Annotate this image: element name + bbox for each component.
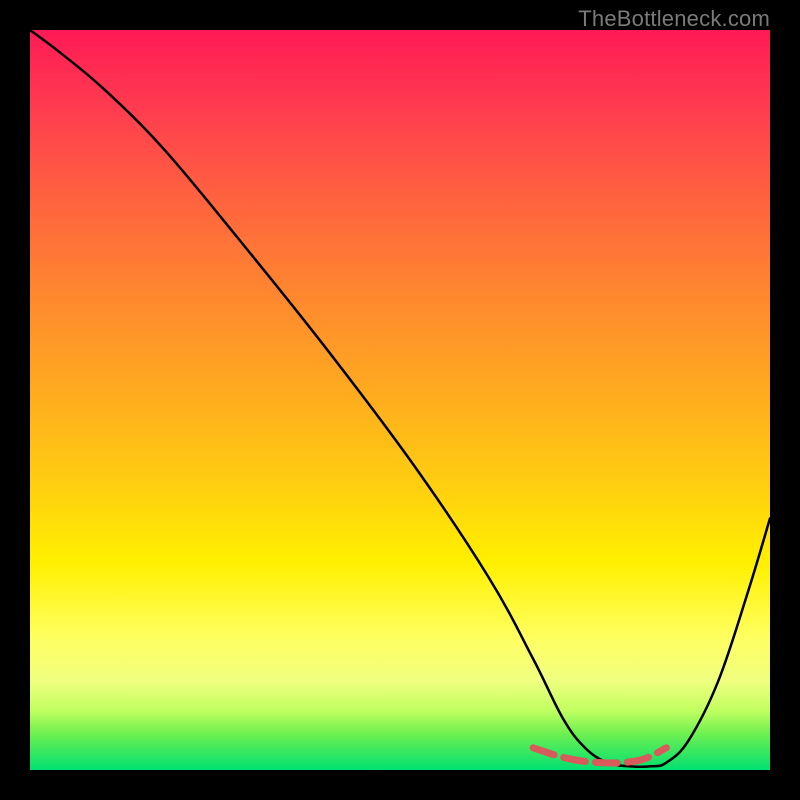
main-curve [30,30,770,767]
watermark-text: TheBottleneck.com [578,6,770,32]
chart-container: TheBottleneck.com [0,0,800,800]
plot-area [30,30,770,770]
highlight-dashes [533,748,666,763]
chart-svg [30,30,770,770]
